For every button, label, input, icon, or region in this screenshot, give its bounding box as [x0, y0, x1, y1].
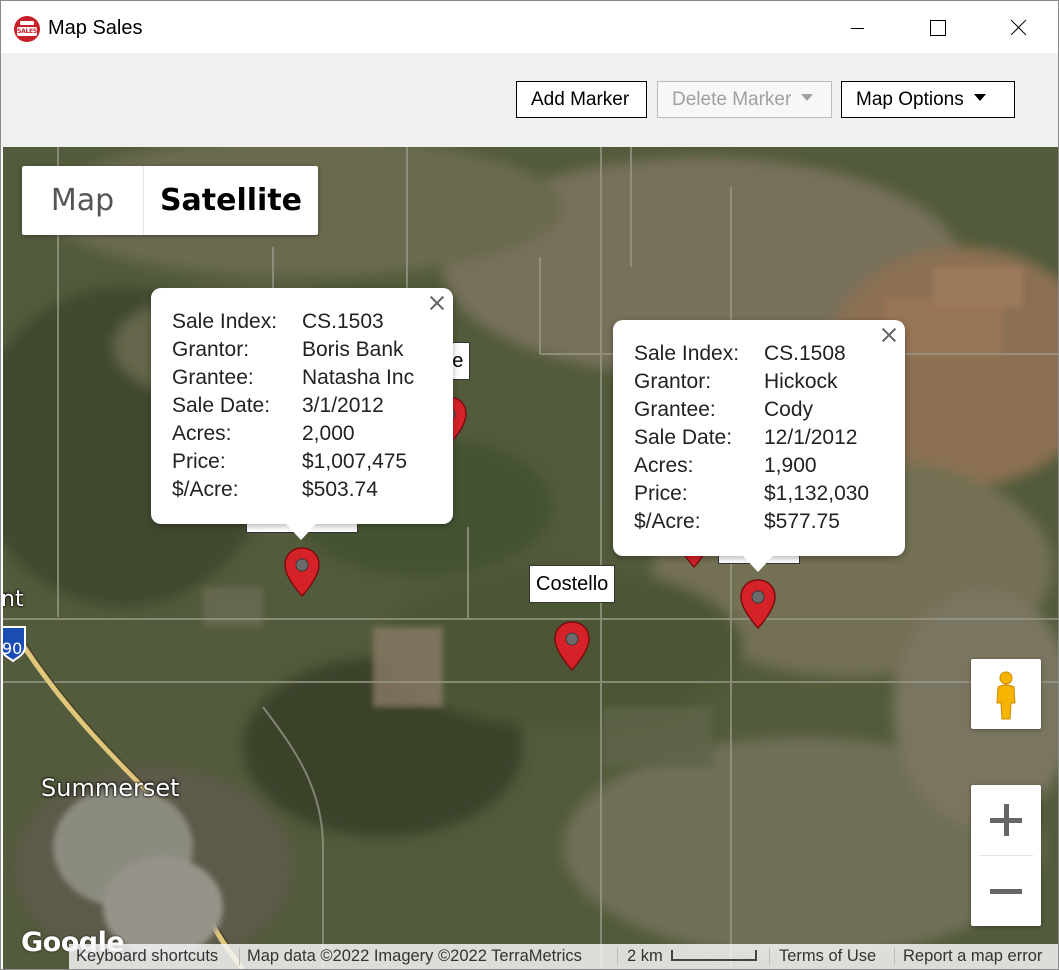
scale-bar[interactable] — [671, 950, 757, 961]
info-window-popup: Sale Index: CS.1508 Grantor: Hickock Grant… — [613, 320, 905, 572]
add-marker-button[interactable]: Add Marker — [516, 81, 647, 118]
popup-key: Acres: — [172, 422, 232, 445]
map-data-attribution[interactable]: Map data ©2022 Imagery ©2022 TerraMetric… — [247, 944, 582, 969]
report-map-error-link[interactable]: Report a map error — [903, 944, 1042, 969]
popup-value: 3/1/2012 — [302, 394, 384, 417]
popup-key: Price: — [172, 450, 226, 473]
street-view-pegman-button[interactable] — [971, 659, 1041, 729]
map-marker-pin-icon[interactable] — [553, 620, 591, 672]
plus-icon[interactable] — [971, 785, 1041, 855]
map-type-control: Map Satellite — [22, 166, 318, 235]
popup-key: Sale Index: — [172, 310, 278, 333]
pegman-icon — [996, 671, 1016, 720]
map-options-button[interactable]: Map Options — [841, 81, 1015, 118]
minus-icon[interactable] — [971, 856, 1041, 926]
popup-value: 1,900 — [764, 454, 817, 477]
popup-key: Grantor: — [172, 338, 250, 361]
info-window-popup: Sale Index: CS.1503 Grantor: Boris Bank Gr… — [151, 288, 453, 540]
popup-value: CS.1508 — [764, 342, 846, 365]
marker-label-costello[interactable]: Costello — [529, 565, 616, 603]
popup-value: $503.74 — [302, 478, 378, 501]
maximize-icon[interactable] — [914, 1, 960, 53]
minimize-icon[interactable] — [834, 1, 880, 53]
close-popup-icon[interactable] — [429, 295, 445, 311]
popup-value: CS.1503 — [302, 310, 384, 333]
popup-key: Sale Date: — [172, 394, 271, 417]
sales-sign-icon: SALES — [14, 16, 40, 42]
map-marker-pin-icon[interactable] — [283, 546, 321, 598]
map-canvas[interactable]: nt 90 Summerset Map Satellite hoe Costel… — [3, 147, 1058, 969]
popup-value: Natasha Inc — [302, 366, 415, 389]
map-type-satellite-button[interactable]: Satellite — [143, 166, 318, 235]
title-bar[interactable]: SALES Map Sales — [1, 1, 1058, 53]
caret-down-icon — [973, 94, 986, 102]
popup-value: $1,132,030 — [764, 482, 870, 505]
popup-key: Sale Index: — [634, 342, 740, 365]
town-label-partial-nt: nt — [3, 587, 24, 612]
popup-value: Boris Bank — [302, 338, 404, 361]
close-popup-icon[interactable] — [881, 327, 897, 343]
popup-value: $577.75 — [764, 510, 840, 533]
popup-key: Grantee: — [172, 366, 254, 389]
terms-of-use-link[interactable]: Terms of Use — [779, 944, 876, 969]
popup-key: $/Acre: — [172, 478, 239, 501]
popup-value: Cody — [764, 398, 814, 421]
town-label-summerset: Summerset — [41, 774, 180, 802]
popup-key: Price: — [634, 482, 688, 505]
popup-key: Grantee: — [634, 398, 716, 421]
popup-key: $/Acre: — [634, 510, 701, 533]
popup-value: $1,007,475 — [302, 450, 408, 473]
highway-shield-label: 90 — [3, 639, 23, 658]
scale-label[interactable]: 2 km — [627, 944, 663, 969]
popup-value: 2,000 — [302, 422, 355, 445]
delete-marker-button[interactable]: Delete Marker — [657, 81, 832, 118]
popup-key: Grantor: — [634, 370, 712, 393]
map-type-map-button[interactable]: Map — [22, 166, 143, 235]
close-icon[interactable] — [995, 1, 1041, 53]
window-title: Map Sales — [48, 17, 143, 39]
zoom-control — [971, 785, 1041, 926]
popup-key: Sale Date: — [634, 426, 733, 449]
popup-value: Hickock — [764, 370, 838, 393]
app-window: SALES Map Sales Add Marker Delete Marker… — [0, 0, 1059, 970]
caret-down-icon — [801, 94, 814, 102]
map-marker-pin-icon[interactable] — [739, 578, 777, 630]
toolbar: Add Marker Delete Marker Map Options — [1, 53, 1058, 147]
app-icon-text: SALES — [17, 27, 37, 36]
popup-value: 12/1/2012 — [764, 426, 858, 449]
keyboard-shortcuts-link[interactable]: Keyboard shortcuts — [76, 944, 218, 969]
popup-key: Acres: — [634, 454, 694, 477]
map-attribution-footer: Keyboard shortcuts Map data ©2022 Imager… — [69, 944, 1058, 969]
satellite-imagery — [3, 147, 1058, 969]
